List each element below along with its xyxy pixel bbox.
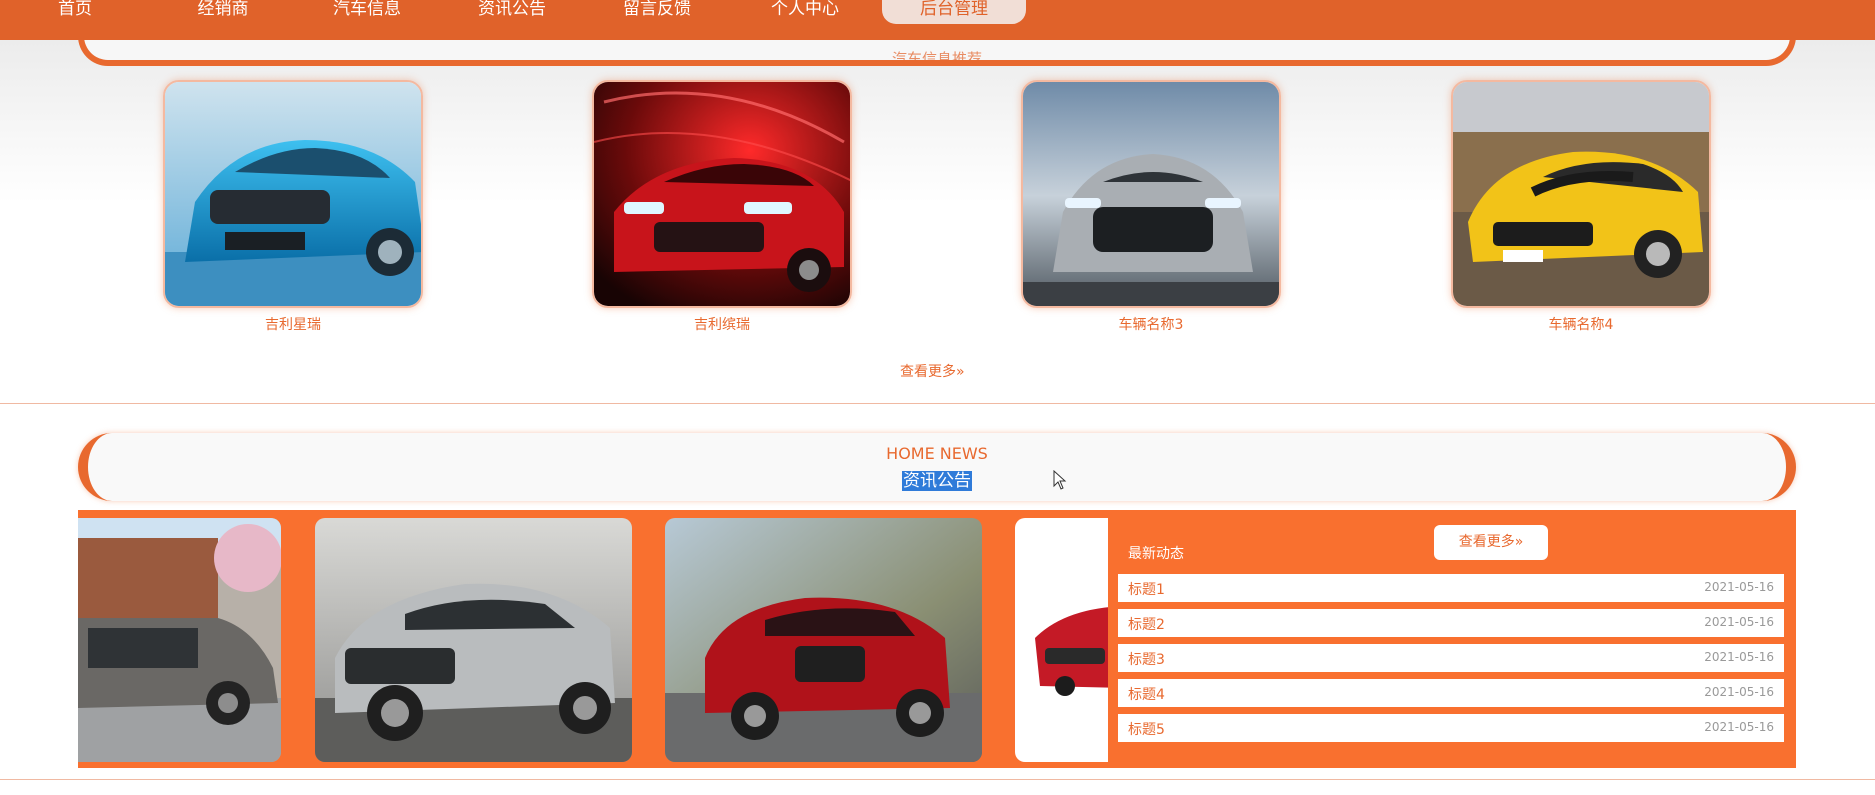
- news-list-item[interactable]: 标题4 2021-05-16: [1118, 679, 1784, 707]
- car-photo-yellow-coupe: [1453, 82, 1709, 306]
- nav-item-admin[interactable]: 后台管理: [882, 0, 1026, 24]
- car-image[interactable]: [592, 80, 852, 308]
- nav-item-news[interactable]: 资讯公告: [478, 0, 546, 24]
- car-image[interactable]: [1451, 80, 1711, 308]
- nav-item-home[interactable]: 首页: [58, 0, 92, 24]
- news-view-more-button[interactable]: 查看更多»: [1434, 525, 1548, 560]
- latest-news-panel: 最新动态 查看更多» 标题1 2021-05-16 标题2 2021-05-16…: [1108, 518, 1796, 762]
- news-item-date: 2021-05-16: [1704, 650, 1774, 664]
- news-title-bar: HOME NEWS 资讯公告: [78, 433, 1796, 501]
- news-item-date: 2021-05-16: [1704, 615, 1774, 629]
- car-card[interactable]: 车辆名称3: [1021, 80, 1281, 334]
- car-name[interactable]: 车辆名称4: [1451, 314, 1711, 334]
- news-item-title[interactable]: 标题1: [1128, 579, 1165, 599]
- news-item-title[interactable]: 标题2: [1128, 614, 1165, 634]
- news-photo-red-suv: [665, 518, 982, 762]
- carousel-slide[interactable]: [315, 518, 632, 762]
- news-item-date: 2021-05-16: [1704, 685, 1774, 699]
- car-photo-red-sedan: [594, 82, 850, 306]
- news-photo-minivan: [78, 518, 281, 762]
- carousel-slide[interactable]: [78, 518, 281, 762]
- car-card[interactable]: 吉利星瑞: [163, 80, 423, 334]
- news-item-date: 2021-05-16: [1704, 580, 1774, 594]
- news-photo-silver-suv: [315, 518, 632, 762]
- news-carousel: 最新动态 查看更多» 标题1 2021-05-16 标题2 2021-05-16…: [78, 510, 1796, 768]
- nav-item-car-info[interactable]: 汽车信息: [333, 0, 401, 24]
- nav-item-dealers[interactable]: 经销商: [198, 0, 249, 24]
- car-image[interactable]: [163, 80, 423, 308]
- car-card[interactable]: 车辆名称4: [1451, 80, 1711, 334]
- news-item-date: 2021-05-16: [1704, 720, 1774, 734]
- car-photo-blue-sedan: [165, 82, 421, 306]
- news-list-item[interactable]: 标题3 2021-05-16: [1118, 644, 1784, 672]
- news-item-title[interactable]: 标题5: [1128, 719, 1165, 739]
- news-title-text: 资讯公告: [902, 471, 972, 491]
- news-list-item[interactable]: 标题5 2021-05-16: [1118, 714, 1784, 742]
- mouse-cursor-icon: [1053, 470, 1067, 490]
- news-item-title[interactable]: 标题4: [1128, 684, 1165, 704]
- news-subtitle: HOME NEWS: [886, 444, 988, 463]
- car-image[interactable]: [1021, 80, 1281, 308]
- view-more-link[interactable]: 查看更多»: [900, 361, 972, 381]
- car-name[interactable]: 车辆名称3: [1021, 314, 1281, 334]
- section-divider: [0, 779, 1875, 780]
- panel-title: 最新动态: [1128, 546, 1184, 562]
- news-list-item[interactable]: 标题2 2021-05-16: [1118, 609, 1784, 637]
- car-recommend-section: 汽车信息推荐 吉利星瑞 吉利缤瑞 车辆名称3 车辆名称4 查看更多»: [0, 28, 1875, 403]
- car-name[interactable]: 吉利星瑞: [163, 314, 423, 334]
- top-navigation: 首页 经销商 汽车信息 资讯公告 留言反馈 个人中心 后台管理: [0, 0, 1875, 40]
- section-title: 汽车信息推荐: [891, 50, 982, 66]
- nav-item-feedback[interactable]: 留言反馈: [623, 0, 691, 24]
- news-list-item[interactable]: 标题1 2021-05-16: [1118, 574, 1784, 602]
- nav-item-profile[interactable]: 个人中心: [771, 0, 839, 24]
- car-name[interactable]: 吉利缤瑞: [592, 314, 852, 334]
- section-divider: [0, 403, 1875, 404]
- news-title: 资讯公告: [88, 466, 1786, 491]
- news-item-title[interactable]: 标题3: [1128, 649, 1165, 669]
- carousel-slide[interactable]: [665, 518, 982, 762]
- car-card[interactable]: 吉利缤瑞: [592, 80, 852, 334]
- car-photo-silver-sedan: [1023, 82, 1279, 306]
